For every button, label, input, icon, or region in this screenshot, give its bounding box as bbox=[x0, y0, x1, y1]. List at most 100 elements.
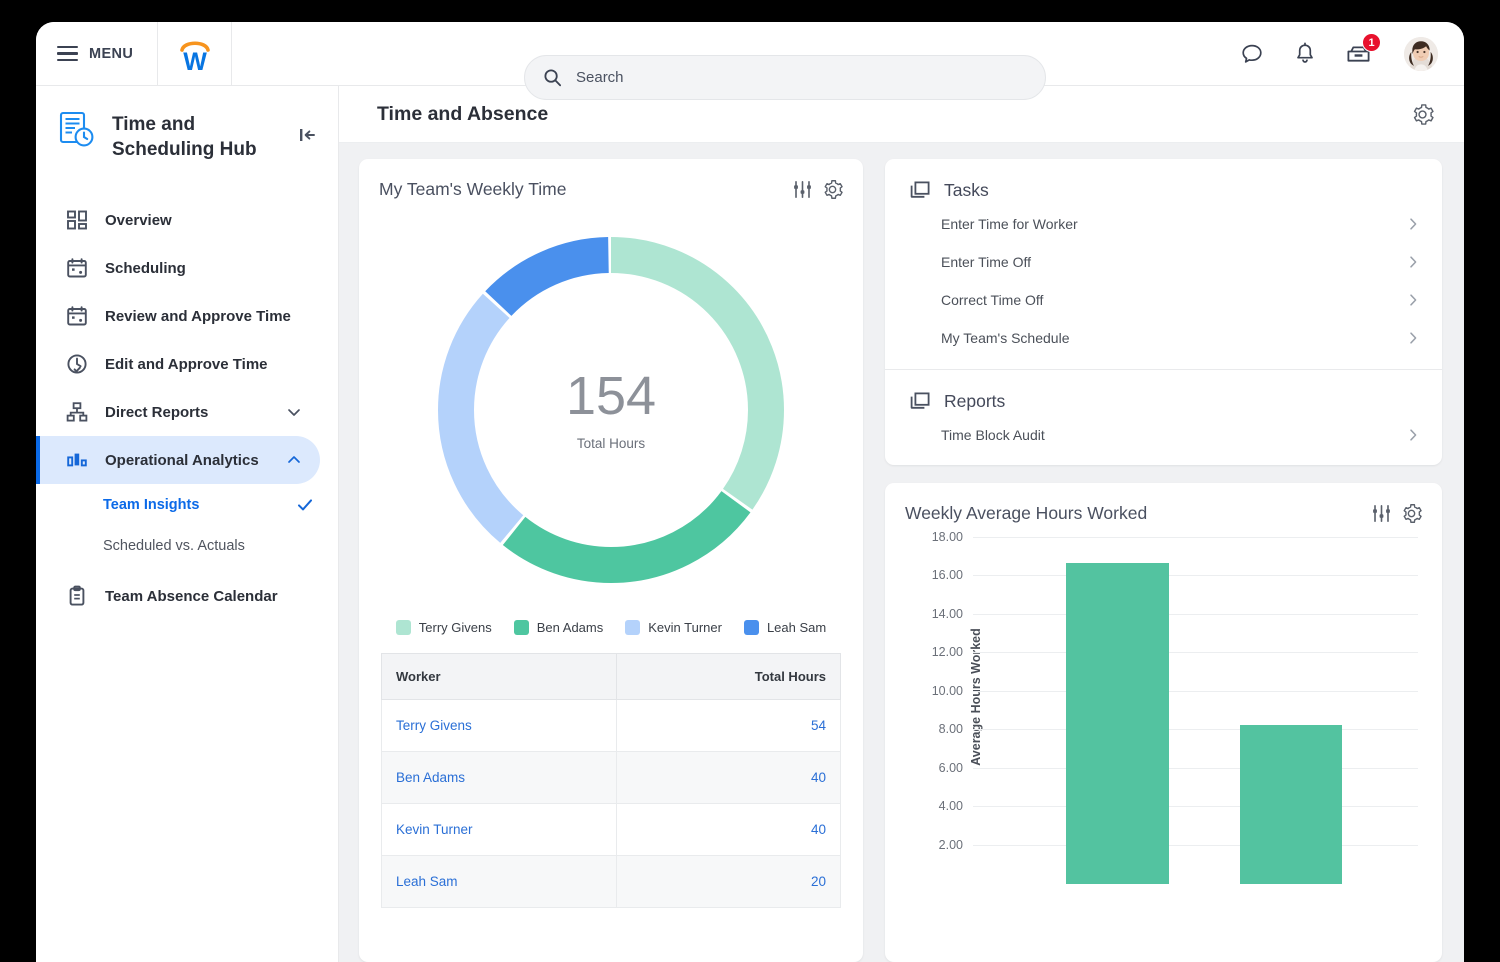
task-label: Enter Time Off bbox=[941, 254, 1031, 270]
column-header-worker[interactable]: Worker bbox=[380, 653, 618, 700]
chevron-right-icon bbox=[1410, 218, 1417, 230]
gear-icon[interactable] bbox=[1401, 503, 1422, 524]
workday-logo[interactable]: W bbox=[158, 22, 233, 86]
sidebar-item-operational-analytics[interactable]: Operational Analytics bbox=[36, 436, 320, 485]
stacked-windows-icon bbox=[910, 181, 930, 198]
y-tick-label: 2.00 bbox=[938, 837, 963, 852]
sidebar-subitem-team-insights[interactable]: Team Insights bbox=[36, 484, 338, 525]
svg-text:W: W bbox=[183, 48, 207, 71]
avatar[interactable] bbox=[1404, 37, 1438, 71]
top-bar-actions: 1 bbox=[1239, 22, 1438, 86]
sidebar-item-review-and-approve-time[interactable]: Review and Approve Time bbox=[36, 292, 320, 340]
y-tick-label: 8.00 bbox=[938, 722, 963, 737]
table-row: Ben Adams 40 bbox=[380, 751, 841, 804]
page-title: Time and Absence bbox=[377, 102, 549, 125]
sidebar-item-direct-reports[interactable]: Direct Reports bbox=[36, 388, 320, 436]
task-link-enter-time-for-worker[interactable]: Enter Time for Worker bbox=[885, 205, 1442, 243]
gridline: 12.00 bbox=[932, 645, 1418, 659]
page-settings-gear-icon[interactable] bbox=[1411, 103, 1434, 126]
sidebar-item-overview[interactable]: Overview bbox=[36, 196, 320, 244]
table-row: Kevin Turner 40 bbox=[380, 803, 841, 856]
cell-total-hours[interactable]: 40 bbox=[616, 803, 841, 856]
task-link-my-teams-schedule[interactable]: My Team's Schedule bbox=[885, 319, 1442, 357]
inbox-badge: 1 bbox=[1362, 33, 1381, 52]
check-icon bbox=[298, 499, 312, 511]
worker-link[interactable]: Kevin Turner bbox=[396, 822, 473, 837]
y-tick-label: 10.00 bbox=[931, 683, 963, 698]
bar-card-tools bbox=[1371, 503, 1422, 524]
sidebar-item-label: Overview bbox=[105, 211, 172, 229]
donut-legend: Terry Givens Ben Adams Kevin Turner Leah… bbox=[359, 620, 863, 653]
app-screen: MENU W Search 1 Time and Scheduling Hub … bbox=[36, 22, 1464, 962]
gridline: 6.00 bbox=[939, 761, 1418, 775]
clock-check-icon bbox=[67, 354, 87, 374]
bar-chart: Average Hours Worked 18.00 16.00 14.00 1… bbox=[885, 524, 1442, 884]
legend-label: Ben Adams bbox=[536, 620, 604, 635]
search-input[interactable]: Search bbox=[524, 55, 1046, 100]
notifications-icon[interactable] bbox=[1293, 41, 1317, 67]
cell-total-hours[interactable]: 40 bbox=[616, 751, 841, 804]
avatar-image bbox=[1404, 37, 1438, 71]
bar-series-2[interactable] bbox=[1240, 724, 1343, 884]
sidebar-item-edit-and-approve-time[interactable]: Edit and Approve Time bbox=[36, 340, 320, 388]
donut-svg bbox=[438, 237, 784, 583]
sidebar-item-scheduling[interactable]: Scheduling bbox=[36, 244, 320, 292]
task-label: Enter Time for Worker bbox=[941, 216, 1078, 232]
menu-button-label: MENU bbox=[89, 45, 134, 62]
collapse-sidebar-icon[interactable] bbox=[298, 126, 318, 149]
gridline: 4.00 bbox=[939, 799, 1418, 813]
chevron-right-icon bbox=[1410, 332, 1417, 344]
bar-chart-icon bbox=[67, 453, 87, 467]
table-header-row: Worker Total Hours bbox=[380, 653, 841, 700]
cell-total-hours[interactable]: 20 bbox=[616, 855, 841, 908]
reports-title: Reports bbox=[944, 390, 1006, 411]
task-link-enter-time-off[interactable]: Enter Time Off bbox=[885, 243, 1442, 281]
cell-worker: Terry Givens bbox=[380, 699, 618, 752]
chevron-right-icon bbox=[1410, 256, 1417, 268]
sidebar-item-team-absence-calendar[interactable]: Team Absence Calendar bbox=[36, 572, 320, 620]
legend-item-leah-sam[interactable]: Leah Sam bbox=[743, 620, 826, 635]
stacked-windows-icon bbox=[910, 392, 930, 409]
menu-button[interactable]: MENU bbox=[36, 22, 159, 86]
legend-item-terry-givens[interactable]: Terry Givens bbox=[395, 620, 492, 635]
reports-section-header: Reports bbox=[885, 370, 1442, 416]
y-tick-label: 12.00 bbox=[931, 645, 963, 660]
sidebar-item-label: Edit and Approve Time bbox=[105, 355, 268, 373]
filter-sliders-icon[interactable] bbox=[792, 179, 813, 200]
legend-swatch bbox=[625, 620, 641, 635]
legend-item-ben-adams[interactable]: Ben Adams bbox=[513, 620, 604, 635]
sidebar-item-label: Scheduling bbox=[105, 259, 186, 277]
weekly-average-hours-card: Weekly Average Hours Worked Average Hour… bbox=[885, 483, 1442, 962]
sidebar-item-label: Review and Approve Time bbox=[105, 307, 291, 325]
chat-icon[interactable] bbox=[1239, 41, 1265, 67]
bar-chart-plot: 18.00 16.00 14.00 12.00 10.00 8.00 6.00 … bbox=[932, 530, 1418, 884]
clipboard-icon bbox=[69, 585, 85, 606]
report-link-time-block-audit[interactable]: Time Block Audit bbox=[885, 416, 1442, 461]
inbox-icon[interactable]: 1 bbox=[1345, 33, 1381, 66]
cell-total-hours[interactable]: 54 bbox=[616, 699, 841, 752]
search-placeholder: Search bbox=[576, 69, 624, 86]
chevron-up-icon bbox=[288, 456, 300, 464]
gear-icon[interactable] bbox=[822, 179, 843, 200]
worker-link[interactable]: Leah Sam bbox=[396, 874, 458, 889]
workday-logo-icon: W bbox=[179, 40, 210, 71]
cell-worker: Ben Adams bbox=[380, 751, 618, 804]
bar-series-1[interactable] bbox=[1066, 562, 1169, 884]
column-header-total-hours[interactable]: Total Hours bbox=[616, 653, 841, 700]
worker-link[interactable]: Terry Givens bbox=[396, 718, 472, 733]
gridline: 18.00 bbox=[932, 530, 1418, 544]
task-link-correct-time-off[interactable]: Correct Time Off bbox=[885, 281, 1442, 319]
y-tick-label: 16.00 bbox=[931, 568, 963, 583]
tasks-and-reports-card: Tasks Enter Time for Worker Enter Time O… bbox=[885, 159, 1442, 465]
legend-swatch bbox=[395, 620, 411, 635]
chevron-right-icon bbox=[1410, 294, 1417, 306]
task-label: My Team's Schedule bbox=[941, 330, 1070, 346]
worker-link[interactable]: Ben Adams bbox=[396, 770, 465, 785]
calendar-icon bbox=[67, 306, 87, 326]
gridline: 2.00 bbox=[939, 838, 1418, 852]
legend-item-kevin-turner[interactable]: Kevin Turner bbox=[625, 620, 722, 635]
chevron-right-icon bbox=[1410, 429, 1417, 441]
filter-sliders-icon[interactable] bbox=[1371, 503, 1392, 524]
sidebar-subitem-scheduled-vs-actuals[interactable]: Scheduled vs. Actuals bbox=[36, 525, 338, 566]
sidebar-item-label: Operational Analytics bbox=[105, 451, 259, 469]
